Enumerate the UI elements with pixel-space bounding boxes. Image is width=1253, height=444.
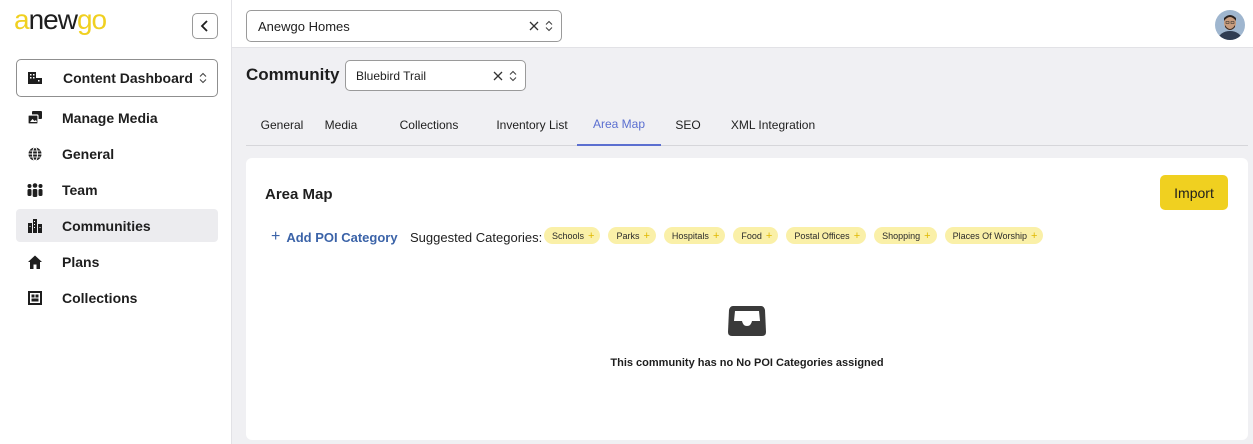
updown-chevron-icon	[545, 20, 553, 32]
plus-icon: +	[765, 229, 773, 242]
add-poi-category-button[interactable]: + Add POI Category	[271, 228, 398, 246]
sidebar-item-label: Communities	[62, 217, 151, 234]
dashboard-select-value: Content Dashboard	[63, 70, 193, 86]
category-chip-places-of-worship[interactable]: Places Of Worship +	[944, 227, 1044, 244]
chip-label: Postal Offices	[794, 230, 850, 241]
category-chip-hospitals[interactable]: Hospitals +	[663, 227, 726, 244]
category-chip-food[interactable]: Food +	[733, 227, 779, 244]
top-bar: Anewgo Homes	[232, 0, 1253, 48]
sidebar-item-team[interactable]: Team	[16, 173, 218, 206]
sidebar-nav: Manage Media General Team Communities Pl…	[16, 101, 218, 317]
chip-label: Schools	[552, 230, 585, 241]
plus-icon: +	[1030, 229, 1038, 242]
plus-icon: +	[853, 229, 861, 242]
category-chip-shopping[interactable]: Shopping +	[874, 227, 937, 244]
collapse-sidebar-button[interactable]	[192, 13, 218, 39]
chevron-left-icon	[200, 20, 208, 32]
plus-icon: +	[271, 228, 281, 245]
empty-state-message: This community has no No POI Categories …	[610, 357, 884, 369]
media-icon	[26, 109, 44, 127]
community-select-value: Bluebird Trail	[356, 68, 427, 83]
user-avatar[interactable]	[1215, 10, 1245, 40]
dashboard-select[interactable]: Content Dashboard	[16, 59, 218, 97]
area-map-title: Area Map	[265, 186, 333, 203]
updown-chevron-icon	[199, 72, 207, 84]
tab-seo[interactable]: SEO	[666, 104, 710, 146]
category-chip-postal-offices[interactable]: Postal Offices +	[786, 227, 867, 244]
suggested-categories-label: Suggested Categories:	[410, 230, 543, 245]
sidebar-item-label: Manage Media	[62, 109, 158, 126]
tab-area-map[interactable]: Area Map	[577, 104, 661, 146]
company-select-value: Anewgo Homes	[258, 18, 350, 34]
city-icon	[26, 217, 44, 235]
chip-label: Parks	[616, 230, 640, 241]
plus-icon: +	[643, 229, 650, 242]
sidebar-item-communities[interactable]: Communities	[16, 209, 218, 242]
chip-label: Places Of Worship	[952, 230, 1027, 241]
sidebar-item-label: Team	[62, 181, 98, 198]
company-select[interactable]: Anewgo Homes	[246, 10, 562, 42]
import-button[interactable]: Import	[1160, 175, 1228, 210]
sidebar-item-label: General	[62, 145, 115, 162]
area-map-card: Area Map Import + Add POI Category Sugge…	[246, 158, 1248, 440]
tab-media[interactable]: Media	[314, 104, 368, 146]
chip-label: Hospitals	[671, 230, 709, 241]
community-select[interactable]: Bluebird Trail	[345, 60, 526, 91]
tab-xml-integration[interactable]: XML Integration	[720, 104, 826, 146]
sidebar-item-manage-media[interactable]: Manage Media	[16, 101, 218, 134]
collection-icon	[26, 289, 44, 307]
add-poi-category-label: Add POI Category	[286, 229, 398, 245]
globe-icon	[26, 145, 44, 163]
anewgo-logo[interactable]: anewgo	[14, 5, 110, 37]
suggested-category-chips: Schools + Parks + Hospitals + Food + Postal …	[544, 227, 1044, 244]
tab-collections[interactable]: Collections	[388, 104, 470, 146]
clear-icon[interactable]	[529, 21, 539, 31]
community-tabs: General Media Collections Inventory List…	[246, 104, 1248, 146]
logo-text: anewgo	[14, 5, 107, 35]
community-label: Community	[246, 65, 340, 84]
sidebar-item-label: Plans	[62, 253, 100, 270]
sidebar-item-general[interactable]: General	[16, 137, 218, 170]
building-icon	[27, 71, 45, 85]
chip-label: Food	[741, 230, 762, 241]
sidebar: anewgo Content Dashboard Manage Media Ge…	[0, 0, 232, 444]
category-chip-parks[interactable]: Parks +	[608, 227, 656, 244]
plus-icon: +	[588, 229, 595, 242]
chip-label: Shopping	[882, 230, 921, 241]
team-icon	[26, 181, 44, 199]
sidebar-item-collections[interactable]: Collections	[16, 281, 218, 314]
plus-icon: +	[924, 229, 931, 242]
empty-inbox-icon	[727, 304, 767, 338]
sidebar-item-plans[interactable]: Plans	[16, 245, 218, 278]
home-icon	[26, 253, 44, 271]
category-chip-schools[interactable]: Schools +	[544, 227, 601, 244]
clear-icon[interactable]	[493, 71, 503, 81]
plus-icon: +	[712, 229, 720, 242]
tab-general[interactable]: General	[250, 104, 314, 146]
updown-chevron-icon	[509, 70, 517, 81]
sidebar-item-label: Collections	[62, 289, 138, 306]
tab-inventory-list[interactable]: Inventory List	[482, 104, 582, 146]
